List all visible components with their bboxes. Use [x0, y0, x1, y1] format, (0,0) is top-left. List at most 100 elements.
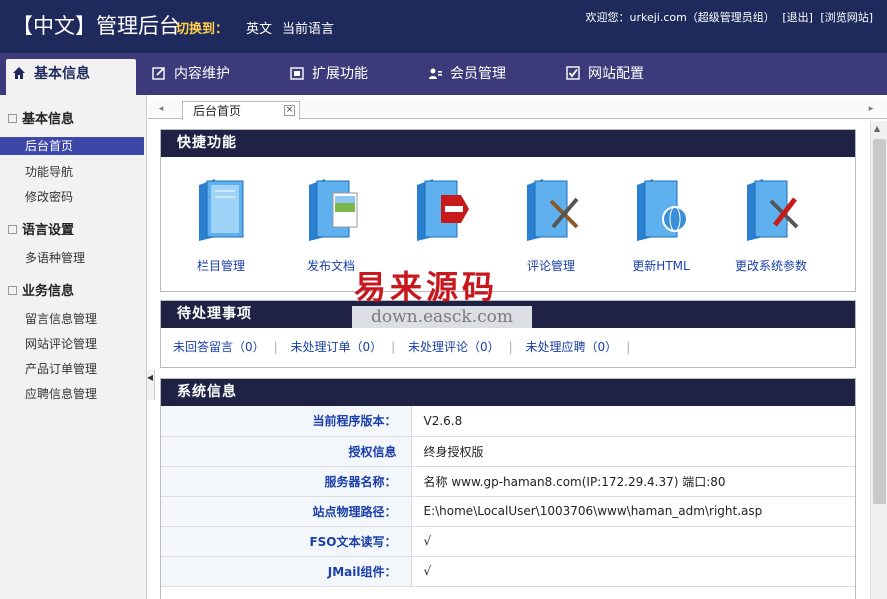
nav-tab-label: 网站配置 — [588, 66, 644, 82]
pending-items-row: 未回答留言（0） | 未处理订单（0） | 未处理评论（0） | 未处理应聘（0） | — [161, 328, 855, 366]
quick-item-publish[interactable]: 发布文档 — [291, 177, 371, 274]
nav-tab-label: 内容维护 — [174, 66, 230, 82]
group-label: 业务信息 — [22, 284, 75, 299]
language-switch-label: 切换到： — [176, 22, 229, 37]
info-value: E:\home\LocalUser\1003706\www\haman_adm\… — [411, 496, 855, 527]
system-info-title: 系统信息 — [161, 379, 855, 406]
pending-unanswered-link[interactable]: 未回答留言（0） — [173, 340, 265, 354]
close-icon[interactable]: × — [284, 105, 295, 116]
sidebar-item-applications[interactable]: 应聘信息管理 — [0, 385, 144, 403]
info-value: 终身授权版 — [411, 436, 855, 467]
current-language-label: 当前语言 — [282, 22, 335, 37]
user-bar: 欢迎您：urkeji.com（超级管理员组） [退出] [浏览网站] — [581, 9, 873, 25]
window-icon — [290, 67, 304, 80]
sidebar-group-language[interactable]: 语言设置 — [8, 219, 74, 238]
pending-orders-link[interactable]: 未处理订单（0） — [291, 340, 383, 354]
folder-globe-icon — [637, 179, 688, 241]
info-key: 服务器名称： — [161, 466, 412, 497]
nav-tab-label: 扩展功能 — [312, 66, 368, 82]
sidebar-group-business[interactable]: 业务信息 — [8, 280, 74, 299]
sidebar-item-nav[interactable]: 功能导航 — [0, 163, 144, 181]
collapse-box-icon — [8, 225, 17, 234]
browse-site-link[interactable]: [浏览网站] — [820, 11, 873, 24]
table-row: 授权信息 终身授权版 — [161, 436, 855, 467]
nav-tab-extensions[interactable]: 扩展功能 — [284, 59, 404, 95]
system-info-panel: 系统信息 当前程序版本： V2.6.8 授权信息 终身授权版 服务器名称： 名称 ww… — [160, 378, 856, 599]
home-icon — [13, 67, 25, 79]
quick-item-comments[interactable]: 评论管理 — [511, 177, 591, 274]
quick-item-label: 发布文档 — [306, 259, 355, 273]
pending-comments-link[interactable]: 未处理评论（0） — [408, 340, 500, 354]
sidebar-item-orders[interactable]: 产品订单管理 — [0, 360, 144, 378]
quick-item-label: 更改系统参数 — [734, 259, 807, 273]
folder-stop-icon — [417, 179, 469, 241]
logout-link[interactable]: [退出] — [782, 11, 813, 24]
quick-item-stop[interactable] — [401, 177, 481, 257]
sidebar-item-password[interactable]: 修改密码 — [0, 188, 144, 206]
nav-tab-label: 基本信息 — [34, 66, 90, 82]
table-row: JMail组件： √ — [161, 556, 855, 587]
sidebar-item-multilang[interactable]: 多语种管理 — [0, 249, 144, 267]
folder-wrench-icon — [747, 179, 799, 241]
quick-item-label: 更新HTML — [632, 259, 690, 273]
scroll-up-icon[interactable]: ▲ — [874, 124, 880, 133]
info-key: 授权信息 — [161, 436, 412, 467]
pending-items-panel: 待处理事项 未回答留言（0） | 未处理订单（0） | 未处理评论（0） | 未处理应… — [160, 300, 856, 368]
system-info-table: 当前程序版本： V2.6.8 授权信息 终身授权版 服务器名称： 名称 www.gp-… — [161, 406, 855, 587]
table-row: FSO文本读写： √ — [161, 526, 855, 557]
nav-tab-content[interactable]: 内容维护 — [146, 59, 266, 95]
info-key: 当前程序版本： — [161, 406, 412, 437]
edit-icon — [152, 67, 165, 80]
nav-tab-label: 会员管理 — [450, 66, 506, 82]
nav-tab-site-config[interactable]: 网站配置 — [560, 59, 680, 95]
quick-functions-panel: 快捷功能 栏目管理 发布文档 评论管理 更新HTML 更改系统参数 — [160, 129, 856, 292]
info-value: 名称 www.gp-haman8.com(IP:172.29.4.37) 端口:… — [411, 466, 855, 497]
content-tab-home[interactable]: 后台首页 × — [182, 101, 300, 120]
info-value: √ — [411, 526, 855, 557]
separator: | — [391, 340, 396, 354]
folder-book-icon — [199, 179, 244, 241]
info-value: √ — [411, 556, 855, 587]
main-nav: 基本信息 内容维护 扩展功能 会员管理 网站配置 — [0, 53, 887, 95]
checkbox-icon — [566, 66, 580, 80]
table-row: 当前程序版本： V2.6.8 — [161, 406, 855, 437]
nav-tab-basic-info[interactable]: 基本信息 — [6, 59, 136, 95]
table-row: 服务器名称： 名称 www.gp-haman8.com(IP:172.29.4.3… — [161, 466, 855, 497]
quick-item-columns[interactable]: 栏目管理 — [181, 177, 261, 274]
sidebar-item-messages[interactable]: 留言信息管理 — [0, 310, 144, 328]
group-label: 语言设置 — [22, 223, 75, 238]
sidebar-group-basic[interactable]: 基本信息 — [8, 108, 74, 127]
quick-item-system-params[interactable]: 更改系统参数 — [731, 177, 811, 274]
scrollbar-thumb[interactable] — [873, 139, 886, 504]
lang-english-link[interactable]: 英文 — [246, 18, 272, 37]
content-tabbar: ◂ 后台首页 × ▸ — [148, 99, 887, 120]
info-key: FSO文本读写： — [161, 526, 412, 557]
quick-item-label: 评论管理 — [526, 259, 575, 273]
pending-applications-link[interactable]: 未处理应聘（0） — [526, 340, 618, 354]
sidebar: 基本信息 后台首页 功能导航 修改密码 语言设置 多语种管理 业务信息 留言信息… — [0, 95, 147, 599]
quick-item-update-html[interactable]: 更新HTML — [621, 177, 701, 274]
folder-image-icon — [309, 179, 358, 241]
tab-scroll-right-icon[interactable]: ▸ — [864, 102, 878, 116]
sidebar-collapse-handle[interactable]: ◂ — [147, 370, 155, 400]
tab-scroll-left-icon[interactable]: ◂ — [154, 102, 168, 116]
info-key: JMail组件： — [161, 556, 412, 587]
users-icon — [429, 68, 442, 79]
collapse-box-icon — [8, 114, 17, 123]
collapse-box-icon — [8, 286, 17, 295]
page-title: 【中文】管理后台 — [12, 14, 180, 38]
vertical-scrollbar[interactable]: ▲ — [870, 121, 887, 599]
group-label: 基本信息 — [22, 112, 75, 127]
nav-tab-members[interactable]: 会员管理 — [422, 59, 542, 95]
pending-items-title: 待处理事项 — [161, 301, 855, 328]
sidebar-item-home[interactable]: 后台首页 — [0, 137, 144, 155]
quick-functions-title: 快捷功能 — [161, 130, 855, 157]
sidebar-item-comments[interactable]: 网站评论管理 — [0, 335, 144, 353]
separator: | — [273, 340, 278, 354]
separator: | — [626, 340, 631, 354]
separator: | — [508, 340, 513, 354]
info-key: 站点物理路径： — [161, 496, 412, 527]
content-tab-label: 后台首页 — [193, 104, 242, 118]
welcome-text: 欢迎您：urkeji.com（超级管理员组） — [585, 11, 775, 24]
header: 【中文】管理后台 切换到： 英文 当前语言 欢迎您：urkeji.com（超级管… — [0, 0, 887, 53]
